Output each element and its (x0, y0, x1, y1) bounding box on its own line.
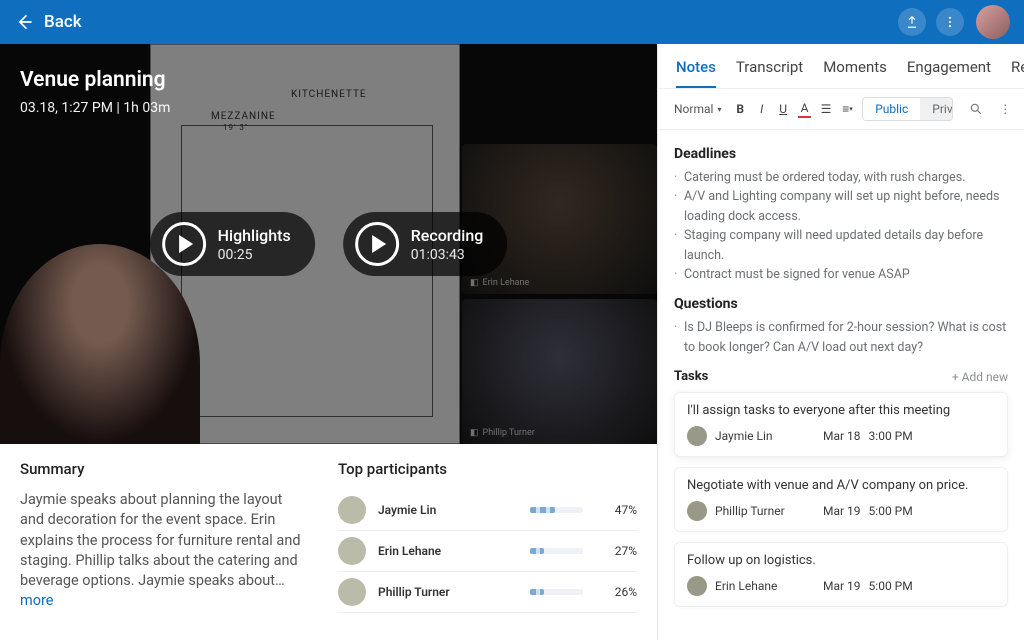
task-time: 3:00 PM (869, 429, 913, 443)
participant-name: Erin Lehane (378, 544, 518, 558)
participant-row: Phillip Turner 26% (338, 572, 637, 613)
text-color-button[interactable]: A (798, 100, 811, 118)
bold-button[interactable]: B (733, 100, 746, 118)
back-label[interactable]: Back (44, 12, 82, 32)
note-item: Staging company will need updated detail… (674, 226, 1008, 265)
top-bar: Back (0, 0, 1024, 44)
participant-pct: 47% (603, 503, 637, 517)
participant-bar (530, 589, 583, 595)
task-assignee: Phillip Turner (715, 504, 815, 518)
notes-body: Deadlines Catering must be ordered today… (658, 130, 1024, 640)
task-card[interactable]: Negotiate with venue and A/V company on … (674, 467, 1008, 532)
more-button[interactable] (936, 8, 964, 36)
task-avatar (687, 426, 707, 446)
participant-name: Jaymie Lin (378, 503, 518, 517)
task-time: 5:00 PM (869, 579, 913, 593)
summary-more-link[interactable]: more (20, 592, 53, 609)
participant-row: Erin Lehane 27% (338, 531, 637, 572)
task-card[interactable]: Follow up on logistics. Erin Lehane Mar … (674, 542, 1008, 607)
task-time: 5:00 PM (869, 504, 913, 518)
participant-avatar (338, 496, 366, 524)
participants-section: Top participants Jaymie Lin 47% Erin Leh… (338, 460, 637, 613)
task-avatar (687, 501, 707, 521)
tab-transcript[interactable]: Transcript (736, 58, 803, 88)
questions-heading: Questions (674, 296, 1008, 312)
highlights-label: Highlights (218, 226, 291, 245)
meeting-subtitle: 03.18, 1:27 PM | 1h 03m (20, 100, 170, 116)
tab-report[interactable]: Report (1011, 58, 1024, 88)
task-assignee: Erin Lehane (715, 579, 815, 593)
participant-avatar (338, 537, 366, 565)
questions-list: Is DJ Bleeps is confirmed for 2-hour ses… (674, 318, 1008, 357)
task-avatar (687, 576, 707, 596)
participant-pct: 27% (603, 544, 637, 558)
recording-label: Recording (411, 226, 484, 245)
participant-bar (530, 507, 583, 513)
participant-bar (530, 548, 583, 554)
kebab-icon[interactable]: ⋮ (999, 100, 1012, 118)
user-avatar[interactable] (976, 5, 1010, 39)
participant-pct: 26% (603, 585, 637, 599)
video-area: KITCHENETTE MEZZANINE 19' 3" ◧ Erin Leha… (0, 44, 657, 444)
task-title: I'll assign tasks to everyone after this… (687, 403, 995, 418)
task-assignee: Jaymie Lin (715, 429, 815, 443)
summary-section: Summary Jaymie speaks about planning the… (20, 460, 310, 613)
deadlines-list: Catering must be ordered today, with rus… (674, 168, 1008, 284)
tab-notes[interactable]: Notes (676, 58, 716, 88)
task-card[interactable]: I'll assign tasks to everyone after this… (674, 392, 1008, 457)
tasks-heading: Tasks (674, 369, 708, 384)
tab-moments[interactable]: Moments (823, 58, 887, 88)
task-date: Mar 19 (823, 579, 861, 593)
editor-toolbar: Normal ▾ B I U A ☰ ≡▾ Public Private ⋮ (658, 89, 1024, 130)
meeting-title: Venue planning (20, 68, 170, 92)
play-highlights-button[interactable]: Highlights 00:25 (150, 212, 315, 276)
recording-time: 01:03:43 (411, 247, 484, 263)
deadlines-heading: Deadlines (674, 146, 1008, 162)
list-button[interactable]: ☰ (819, 100, 832, 118)
search-icon[interactable] (969, 100, 983, 118)
share-button[interactable] (898, 8, 926, 36)
participant-row: Jaymie Lin 47% (338, 490, 637, 531)
play-icon (162, 222, 206, 266)
underline-button[interactable]: U (776, 100, 789, 118)
back-arrow-icon[interactable] (14, 12, 34, 32)
meeting-header: Venue planning 03.18, 1:27 PM | 1h 03m (20, 68, 170, 116)
note-item: A/V and Lighting company will set up nig… (674, 187, 1008, 226)
task-title: Negotiate with venue and A/V company on … (687, 478, 995, 493)
play-icon (355, 222, 399, 266)
style-select[interactable]: Normal ▾ (670, 100, 725, 118)
play-recording-button[interactable]: Recording 01:03:43 (343, 212, 508, 276)
participants-heading: Top participants (338, 460, 637, 478)
public-option[interactable]: Public (863, 98, 920, 120)
participant-name: Phillip Turner (378, 585, 518, 599)
summary-text: Jaymie speaks about planning the layout … (20, 490, 310, 612)
note-item: Is DJ Bleeps is confirmed for 2-hour ses… (674, 318, 1008, 357)
task-date: Mar 19 (823, 504, 861, 518)
participant-avatar (338, 578, 366, 606)
add-task-button[interactable]: + Add new (952, 370, 1008, 384)
highlights-time: 00:25 (218, 247, 291, 263)
tab-engagement[interactable]: Engagement (907, 58, 991, 88)
right-tabs: Notes Transcript Moments Engagement Repo… (658, 44, 1024, 89)
task-title: Follow up on logistics. (687, 553, 995, 568)
italic-button[interactable]: I (755, 100, 768, 118)
private-option[interactable]: Private (920, 98, 952, 120)
visibility-toggle[interactable]: Public Private (862, 97, 952, 121)
align-button[interactable]: ≡▾ (841, 100, 854, 118)
task-date: Mar 18 (823, 429, 861, 443)
summary-heading: Summary (20, 460, 310, 478)
note-item: Contract must be signed for venue ASAP (674, 265, 1008, 284)
note-item: Catering must be ordered today, with rus… (674, 168, 1008, 187)
